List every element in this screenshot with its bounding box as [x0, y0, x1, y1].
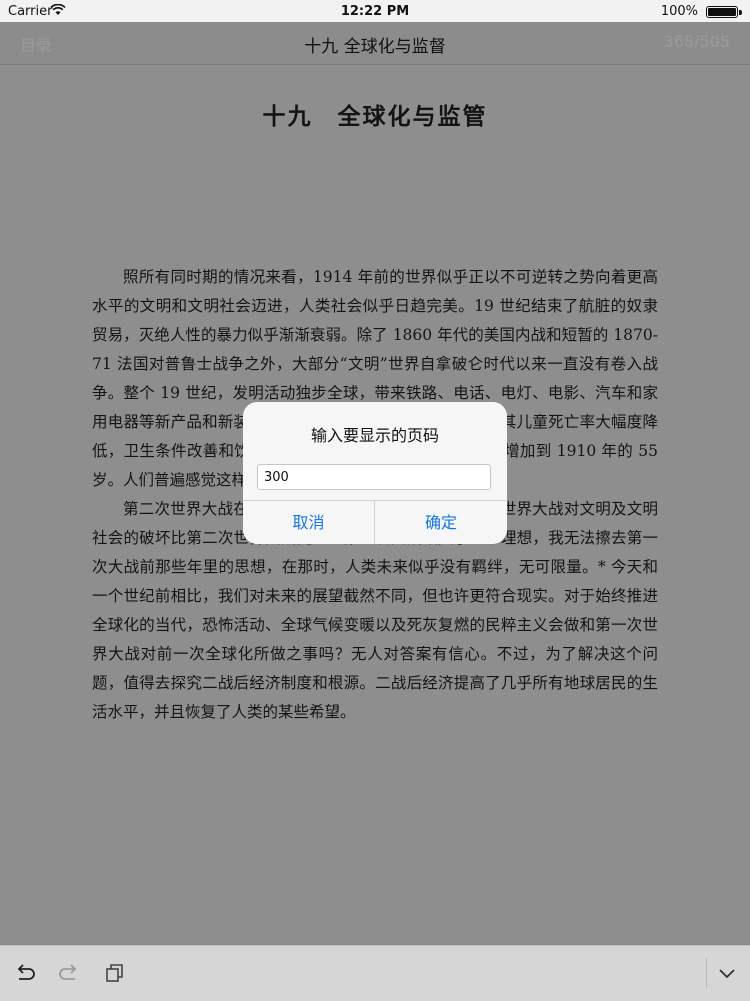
battery-fill: [708, 8, 736, 16]
goto-page-dialog: 输入要显示的页码 取消 确定: [243, 402, 507, 544]
battery-icon: [706, 6, 742, 18]
page-number-input[interactable]: [257, 464, 491, 490]
dialog-title: 输入要显示的页码: [310, 426, 439, 445]
battery-percent: 100%: [660, 4, 698, 19]
status-bar: Carrier 12:22 PM 100%: [0, 0, 750, 22]
cancel-button[interactable]: 取消: [243, 501, 374, 544]
clock: 12:22 PM: [340, 4, 410, 19]
confirm-button[interactable]: 确定: [375, 501, 507, 544]
undo-icon[interactable]: [12, 960, 38, 986]
page-counter[interactable]: 368/505: [664, 32, 730, 51]
copy-icon[interactable]: [102, 960, 128, 986]
bottom-toolbar: [0, 945, 750, 1001]
nav-title: 十九 全球化与监督: [304, 37, 446, 57]
chapter-title: 十九 全球化与监管: [262, 103, 488, 130]
redo-icon[interactable]: [56, 960, 82, 986]
toolbar-divider: [706, 958, 707, 988]
chevron-down-icon[interactable]: [714, 960, 740, 986]
navigation-bar: 目录 十九 全球化与监督 368/505: [0, 22, 750, 65]
